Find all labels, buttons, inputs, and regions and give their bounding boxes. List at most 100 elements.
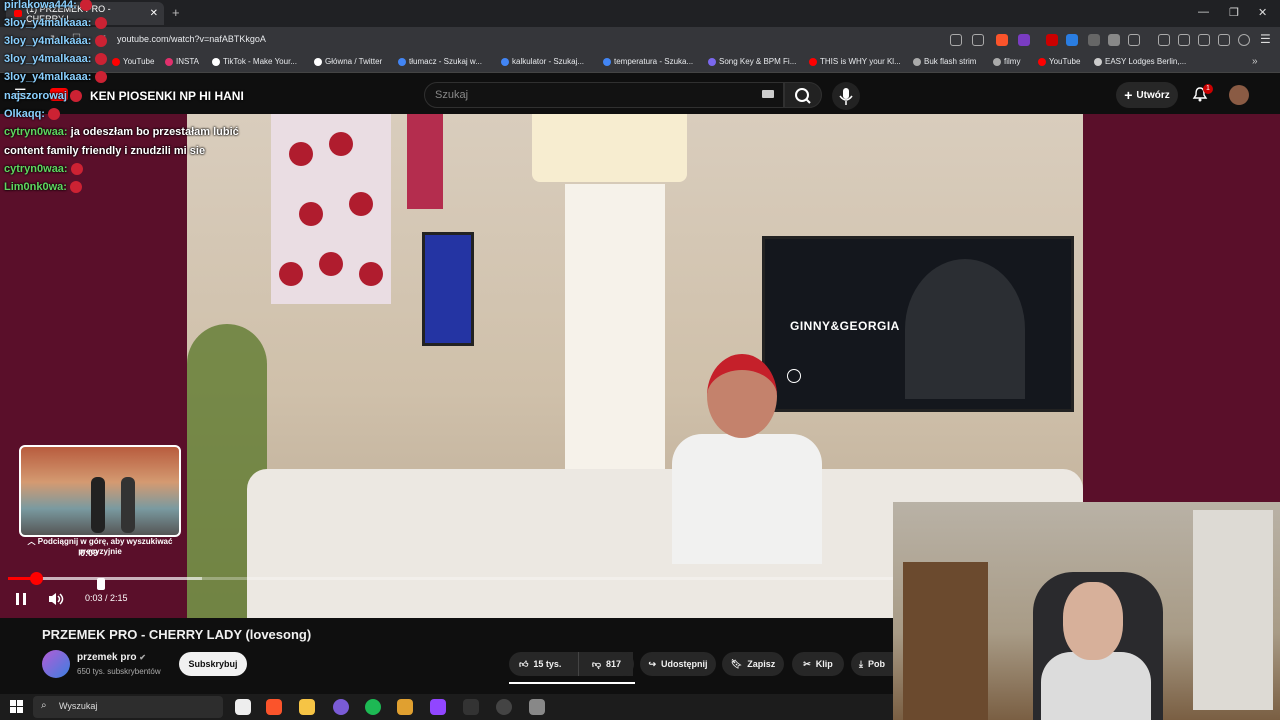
bookmark-label: temperatura - Szuka... xyxy=(614,57,694,66)
minimize-icon[interactable]: — xyxy=(1198,6,1209,18)
user-avatar[interactable] xyxy=(1229,85,1249,105)
bookmark-favicon-icon xyxy=(314,57,322,66)
bookmark-favicon-icon xyxy=(708,57,716,66)
share-label: Udostępnij xyxy=(661,659,708,669)
bookmark-item[interactable]: YouTube xyxy=(112,57,154,66)
bookmark-item[interactable]: Główna / Twitter xyxy=(314,57,382,66)
bookmark-favicon-icon xyxy=(501,57,509,66)
app-icon[interactable] xyxy=(463,699,479,715)
extensions-puzzle-icon[interactable] xyxy=(1108,34,1120,46)
spotify-icon[interactable] xyxy=(365,699,381,715)
share-icon[interactable] xyxy=(972,34,984,46)
bookmark-item[interactable]: THIS is WHY your Kl... xyxy=(809,57,901,66)
more-bookmarks-icon[interactable]: » xyxy=(1252,56,1258,67)
chat-message: pirlakowa444: xyxy=(4,0,92,12)
voice-search-button[interactable] xyxy=(832,82,860,110)
close-window-icon[interactable]: ✕ xyxy=(1258,6,1267,19)
download-label: Pob xyxy=(867,659,885,669)
chat-username: najszorowaj xyxy=(4,90,67,102)
chat-username: 3loy_y4malkaaa: xyxy=(4,71,92,83)
tv-show-title: GINNY&GEORGIA xyxy=(790,319,900,333)
chat-username: 3loy_y4malkaaa: xyxy=(4,53,92,65)
bookmark-favicon-icon xyxy=(1038,57,1046,66)
bookmark-favicon-icon xyxy=(212,57,220,66)
volume-button[interactable] xyxy=(47,591,65,612)
chat-emote-icon xyxy=(70,163,83,176)
subscribe-button[interactable]: Subskrybuj xyxy=(179,652,247,676)
bookmark-item[interactable]: tłumacz - Szukaj w... xyxy=(398,57,482,66)
chat-emote-icon xyxy=(94,53,107,66)
pause-button[interactable] xyxy=(14,592,28,611)
microphone-icon xyxy=(839,88,853,105)
chat-message: cytryn0waa: xyxy=(4,163,83,176)
chat-message: Olkaqq: xyxy=(4,108,61,121)
extension-blue-icon[interactable] xyxy=(1066,34,1078,46)
brave-rewards-icon[interactable] xyxy=(1018,34,1030,46)
progress-scrubber[interactable] xyxy=(30,572,43,585)
bookmark-item[interactable]: TikTok - Make Your... xyxy=(212,57,297,66)
shield-icon[interactable] xyxy=(1238,34,1250,46)
wallet-icon[interactable] xyxy=(1198,34,1210,46)
preview-timestamp: 0:09 xyxy=(80,548,99,558)
cherry-poster xyxy=(271,114,391,304)
close-tab-icon[interactable]: ✕ xyxy=(150,8,158,19)
extension-red-icon[interactable] xyxy=(1046,34,1058,46)
restore-icon[interactable]: ❐ xyxy=(1229,6,1239,19)
notification-count-badge: 1 xyxy=(1203,84,1213,94)
media-control-icon[interactable] xyxy=(1158,34,1170,46)
streamer-body xyxy=(1041,652,1151,720)
search-input[interactable]: Szukaj xyxy=(424,82,784,108)
vpn-icon[interactable] xyxy=(1218,34,1230,46)
menu-icon[interactable]: ☰ xyxy=(1260,32,1271,46)
messenger-icon[interactable] xyxy=(333,699,349,715)
chevron-up-icon: ︿ xyxy=(27,537,38,546)
windows-start-icon[interactable] xyxy=(10,700,23,718)
dislike-button[interactable]: 👎︎ 817 xyxy=(578,652,634,676)
share-button[interactable]: ↪ Udostępnij xyxy=(640,652,716,676)
bookmark-favicon-icon xyxy=(165,57,173,66)
keyboard-icon[interactable] xyxy=(762,90,774,98)
file-explorer-icon[interactable] xyxy=(299,699,315,715)
channel-name[interactable]: przemek pro ✔ xyxy=(77,652,146,663)
bookmark-item[interactable]: filmy xyxy=(993,57,1020,66)
youtube-masthead: ☰ KEN PIOSENKI NP HI HANI Szukaj + Utwór… xyxy=(0,74,1280,114)
chat-message: 3loy_y4malkaaa: xyxy=(4,35,107,48)
clip-button[interactable]: ✂ Klip xyxy=(792,652,844,676)
extension-icon[interactable] xyxy=(1088,34,1100,46)
media-player-icon[interactable] xyxy=(397,699,413,715)
file-icon[interactable] xyxy=(235,699,251,715)
sidebar-icon[interactable] xyxy=(1178,34,1190,46)
bookmark-favicon-icon xyxy=(1094,57,1102,66)
bookmark-item[interactable]: kalkulator - Szukaj... xyxy=(501,57,584,66)
bookmark-item[interactable]: INSTA xyxy=(165,57,199,66)
bookmark-item[interactable]: Song Key & BPM Fi... xyxy=(708,57,796,66)
bookmark-item[interactable]: temperatura - Szuka... xyxy=(603,57,693,66)
brave-browser-icon[interactable] xyxy=(266,699,282,715)
twitch-icon[interactable] xyxy=(430,699,446,715)
thumbs-up-icon: 👍︎ xyxy=(519,658,529,669)
chat-emote-icon xyxy=(94,71,107,84)
extension-box-icon[interactable] xyxy=(1128,34,1140,46)
url-field[interactable]: youtube.com/watch?v=nafABTKkgoA xyxy=(117,34,266,44)
obs-icon[interactable] xyxy=(496,699,512,715)
bookmark-label: tłumacz - Szukaj w... xyxy=(409,57,482,66)
channel-avatar[interactable] xyxy=(42,650,70,678)
save-button[interactable]: 🔖︎ Zapisz xyxy=(722,652,784,676)
bookmark-favicon-icon xyxy=(398,57,406,66)
streamer-webcam xyxy=(893,502,1280,720)
bookmark-favicon-icon xyxy=(603,57,611,66)
bookmark-item[interactable]: Buk flash strim xyxy=(913,57,976,66)
cast-icon[interactable] xyxy=(950,34,962,46)
steam-icon[interactable] xyxy=(529,699,545,715)
bookmark-label: Główna / Twitter xyxy=(325,57,383,66)
search-button[interactable] xyxy=(784,82,822,108)
bookmark-item[interactable]: YouTube xyxy=(1038,57,1080,66)
chat-username: cytryn0waa: xyxy=(4,163,68,175)
bookmark-favicon-icon xyxy=(809,57,817,66)
new-tab-button[interactable]: + xyxy=(172,5,180,20)
taskbar-search-input[interactable]: ⌕ Wyszukaj xyxy=(33,696,223,718)
bookmark-item[interactable]: EASY Lodges Berlin,... xyxy=(1094,57,1186,66)
create-button[interactable]: + Utwórz xyxy=(1116,82,1178,108)
brave-shields-icon[interactable] xyxy=(996,34,1008,46)
bookmark-label: TikTok - Make Your... xyxy=(223,57,297,66)
